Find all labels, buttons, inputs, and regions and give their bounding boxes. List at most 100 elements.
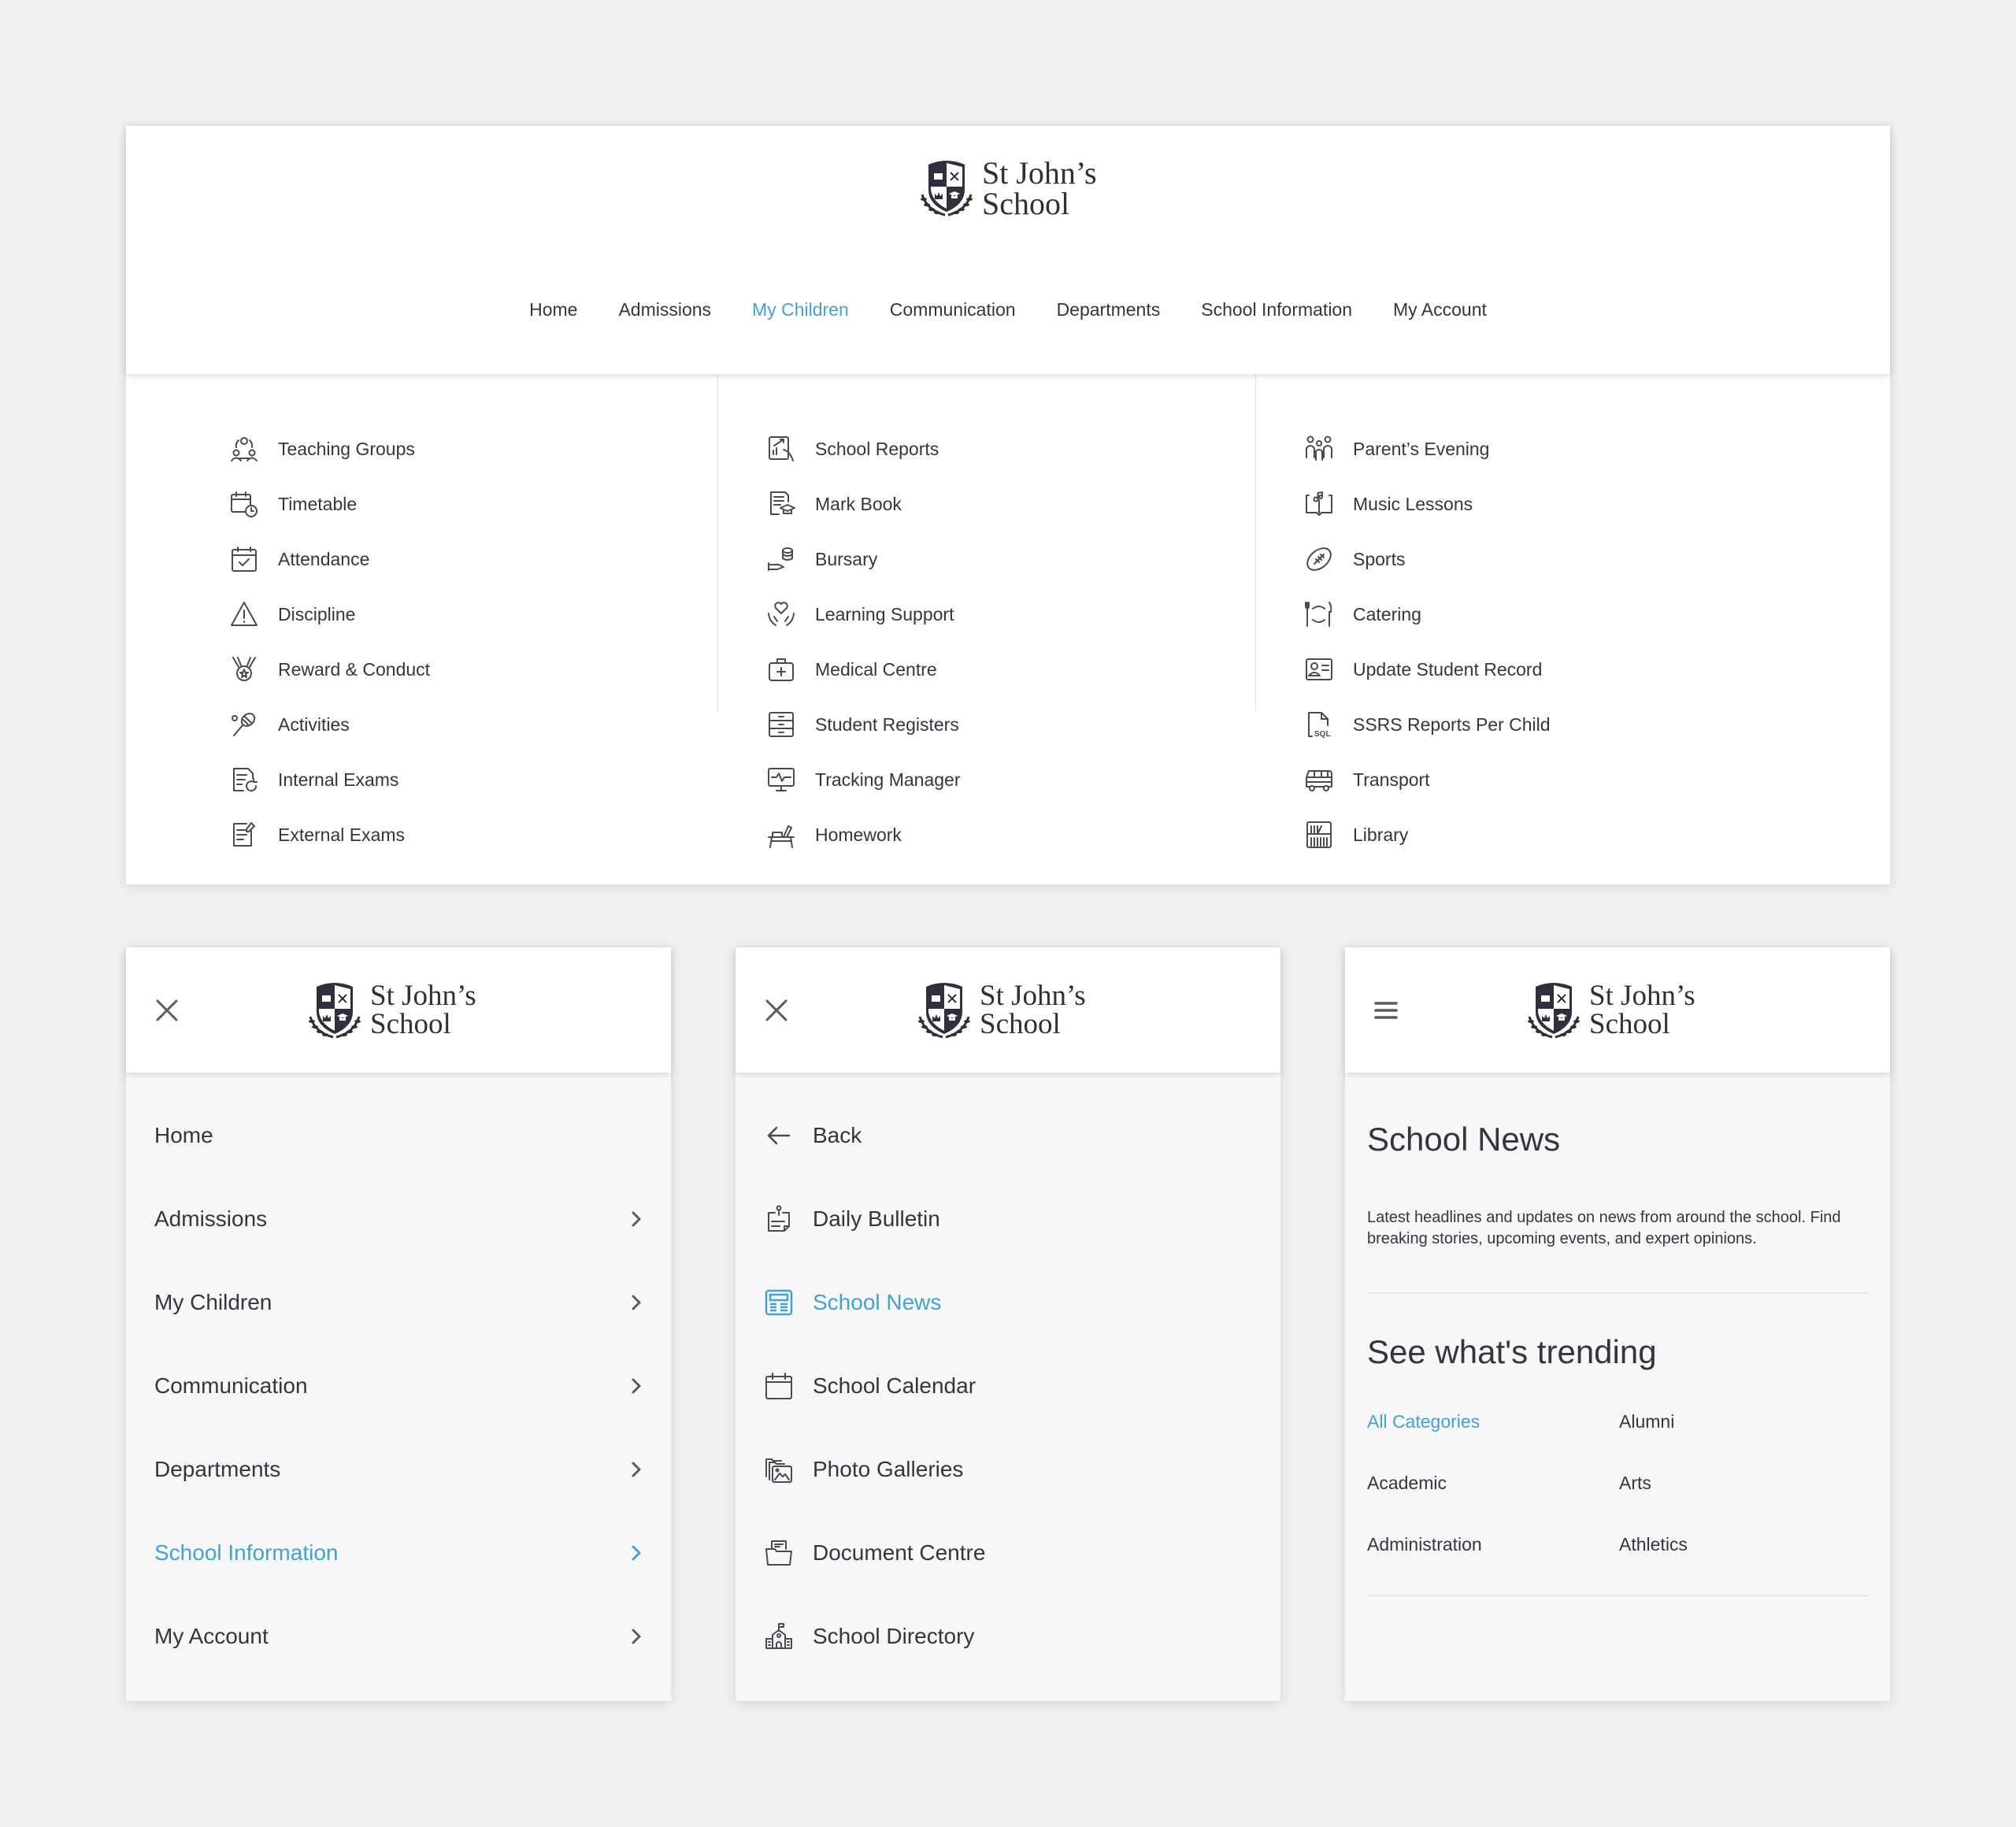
mobile-header: St John’s School xyxy=(126,947,671,1073)
document-folder-icon xyxy=(765,1540,792,1566)
gallery-icon xyxy=(765,1458,792,1483)
back-button[interactable]: Back xyxy=(736,1094,1280,1177)
bulletin-icon xyxy=(768,1205,790,1232)
mega-menu-item-label: Attendance xyxy=(278,548,370,569)
mobile-menu-item[interactable]: My Children xyxy=(126,1261,671,1344)
main-nav: Home Admissions My Children Communicatio… xyxy=(126,299,1890,321)
mega-menu-item[interactable]: Homework xyxy=(766,807,961,862)
mobile-header: St John’s School xyxy=(736,947,1280,1073)
cabinet-icon xyxy=(769,712,794,737)
mobile-menu-item[interactable]: Home xyxy=(126,1094,671,1177)
mega-menu-item[interactable]: Bursary xyxy=(766,532,961,587)
mega-menu-item[interactable]: Timetable xyxy=(229,476,430,532)
newspaper-icon xyxy=(765,1289,793,1316)
mega-menu-item[interactable]: SQL SSRS Reports Per Child xyxy=(1304,697,1551,752)
mega-menu-item-label: Music Lessons xyxy=(1353,493,1473,514)
mobile-menu-item-label: My Children xyxy=(154,1290,272,1314)
mega-menu-column: Parent’s Evening Music Lessons Sports Cater… xyxy=(1304,421,1551,862)
mega-menu-item[interactable]: Library xyxy=(1304,807,1551,862)
mobile-menu-item[interactable]: School Information xyxy=(126,1511,671,1595)
mega-menu-item[interactable]: Catering xyxy=(1304,587,1551,642)
submenu-item[interactable]: Daily Bulletin xyxy=(736,1177,1280,1261)
mega-menu-item[interactable]: School Reports xyxy=(766,421,961,476)
mega-menu-item[interactable]: Teaching Groups xyxy=(229,421,430,476)
mobile-menu-item-label: Admissions xyxy=(154,1206,268,1231)
logo-text: St John’s School xyxy=(982,155,1097,222)
submenu-item[interactable]: School Calendar xyxy=(736,1344,1280,1428)
mobile-menu-item[interactable]: My Account xyxy=(126,1595,671,1678)
nav-home[interactable]: Home xyxy=(529,299,577,321)
mega-menu-item[interactable]: Mark Book xyxy=(766,476,961,532)
mega-menu-item-label: Transport xyxy=(1353,769,1430,790)
mega-menu-item-label: School Reports xyxy=(815,438,939,459)
submenu-item-label: School Calendar xyxy=(813,1373,976,1398)
library-icon xyxy=(1306,821,1332,848)
nav-admissions[interactable]: Admissions xyxy=(618,299,711,321)
report-chart-icon xyxy=(769,436,794,461)
mobile-menu-item-label: Departments xyxy=(154,1457,281,1481)
nav-communication[interactable]: Communication xyxy=(890,299,1016,321)
nav-my-children[interactable]: My Children xyxy=(752,299,849,321)
submenu-item[interactable]: School News xyxy=(736,1261,1280,1344)
mobile-menu-item-label: My Account xyxy=(154,1624,269,1648)
mega-menu-item[interactable]: Sports xyxy=(1304,532,1551,587)
calendar-icon xyxy=(765,1373,792,1399)
chevron-right-icon xyxy=(632,1629,641,1644)
mega-menu-item[interactable]: Medical Centre xyxy=(766,642,961,697)
mega-menu-item[interactable]: Activities xyxy=(229,697,430,752)
mega-menu-item[interactable]: Learning Support xyxy=(766,587,961,642)
close-icon[interactable] xyxy=(153,996,181,1025)
mobile-menu-list: Home Admissions My Children Communication De… xyxy=(126,1094,671,1678)
category-link[interactable]: All Categories xyxy=(1367,1404,1619,1466)
calendar-clock-icon xyxy=(231,491,258,517)
mobile-submenu: St John’s School Back Daily Bulletin Scho… xyxy=(736,947,1280,1701)
music-book-icon xyxy=(1306,491,1332,516)
mega-menu-item-label: Library xyxy=(1353,824,1409,845)
category-link[interactable]: Arts xyxy=(1619,1466,1868,1527)
mega-menu-item[interactable]: Student Registers xyxy=(766,697,961,752)
nav-my-account[interactable]: My Account xyxy=(1393,299,1487,321)
mega-menu-item[interactable]: Parent’s Evening xyxy=(1304,421,1551,476)
mega-menu-item[interactable]: Attendance xyxy=(229,532,430,587)
mobile-menu-item[interactable]: Departments xyxy=(126,1428,671,1511)
divider xyxy=(1367,1595,1868,1596)
category-link[interactable]: Academic xyxy=(1367,1466,1619,1527)
hamburger-icon[interactable] xyxy=(1372,996,1400,1025)
mega-menu-item[interactable]: Discipline xyxy=(229,587,430,642)
submenu-item[interactable]: Document Centre xyxy=(736,1511,1280,1595)
school-logo[interactable]: St John’s School xyxy=(917,980,1086,1040)
nav-departments[interactable]: Departments xyxy=(1057,299,1161,321)
mega-menu-item-label: Learning Support xyxy=(815,603,954,624)
desktop-header: St John’s School Home Admissions My Chil… xyxy=(126,126,1890,374)
category-link[interactable]: Alumni xyxy=(1619,1404,1868,1466)
mega-menu-item[interactable]: Update Student Record xyxy=(1304,642,1551,697)
mega-menu-item-label: Timetable xyxy=(278,493,358,514)
category-link[interactable]: Administration xyxy=(1367,1527,1619,1588)
mobile-menu-item-label: School Information xyxy=(154,1540,339,1565)
submenu-list: Back Daily Bulletin School News School Cal… xyxy=(736,1094,1280,1678)
mega-menu-item-label: Internal Exams xyxy=(278,769,399,790)
mega-menu-item[interactable]: Internal Exams xyxy=(229,752,430,807)
logo-text: St John’s School xyxy=(370,979,476,1040)
mega-menu-item[interactable]: Tracking Manager xyxy=(766,752,961,807)
nav-school-information[interactable]: School Information xyxy=(1201,299,1352,321)
mobile-menu-item[interactable]: Communication xyxy=(126,1344,671,1428)
mega-menu-item-label: Sports xyxy=(1353,548,1406,569)
category-link[interactable]: Athletics xyxy=(1619,1527,1868,1588)
mega-menu-item[interactable]: Music Lessons xyxy=(1304,476,1551,532)
mobile-menu-item[interactable]: Admissions xyxy=(126,1177,671,1261)
school-logo[interactable]: St John’s School xyxy=(307,980,476,1040)
school-logo[interactable]: St John’s School xyxy=(1526,980,1695,1040)
school-building-icon xyxy=(765,1623,792,1649)
trending-heading: See what's trending xyxy=(1367,1333,1657,1370)
calendar-check-icon xyxy=(232,547,257,572)
crest-icon xyxy=(917,980,972,1040)
crest-icon xyxy=(1526,980,1581,1040)
submenu-item[interactable]: School Directory xyxy=(736,1595,1280,1678)
close-icon[interactable] xyxy=(762,996,791,1025)
mega-menu-item[interactable]: Reward & Conduct xyxy=(229,642,430,697)
submenu-item[interactable]: Photo Galleries xyxy=(736,1428,1280,1511)
mega-menu-item[interactable]: Transport xyxy=(1304,752,1551,807)
school-logo[interactable]: St John’s School xyxy=(919,155,1097,222)
mega-menu-item[interactable]: External Exams xyxy=(229,807,430,862)
